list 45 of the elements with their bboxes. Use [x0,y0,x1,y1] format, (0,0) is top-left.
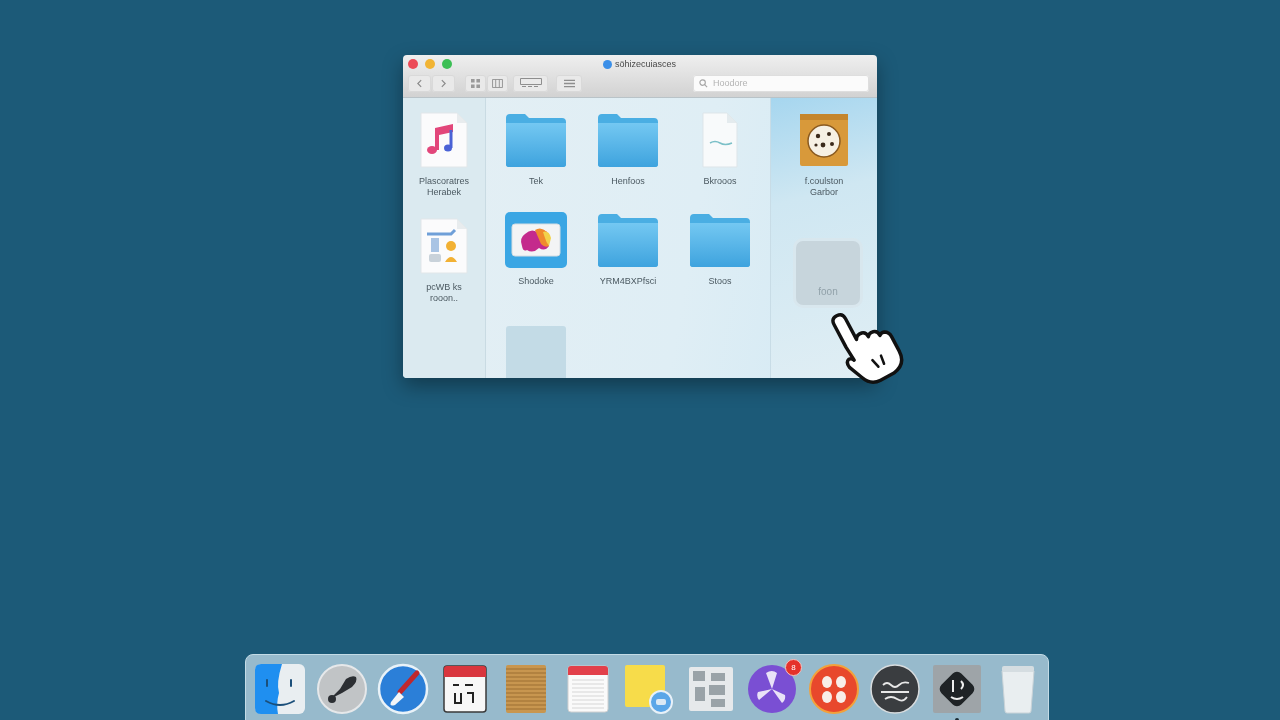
search-field[interactable]: Hoodore [693,74,869,92]
file-label: Tek [529,176,543,187]
picture-file-icon[interactable] [505,212,567,268]
waves-app-icon[interactable] [869,663,921,715]
folder-icon[interactable] [597,112,659,168]
grid-view-button[interactable] [465,74,486,92]
diamond-app-icon[interactable] [930,663,983,715]
dot-icon [603,59,612,69]
gallery-view-button[interactable] [513,74,548,92]
file-label: f.coulston Garbor [803,176,845,198]
smiley-face-icon[interactable] [254,663,306,715]
file-label: Stoos [708,276,732,287]
folder-icon[interactable] [597,212,659,268]
window-title: söhizecuiasces [615,59,676,69]
chevron-left-icon [417,78,422,88]
file-label: Shodoke [518,276,554,287]
columns-icon [492,78,503,88]
installer-file-icon[interactable] [419,218,469,274]
search-icon [699,78,708,88]
forward-button[interactable] [432,74,455,92]
file-label: Bkrooos [703,176,737,187]
file-label: Plascoratres Herabek [418,176,470,198]
file-label: YRM4BXPfsci [599,276,657,287]
music-file-icon[interactable] [419,112,469,168]
list-icon [563,78,575,88]
sticky-note-icon[interactable] [623,663,675,715]
file-label: Henfoos [611,176,645,187]
zoom-button[interactable] [442,59,452,69]
folder-icon[interactable] [505,112,567,168]
column-view-button[interactable] [487,74,508,92]
folder-icon[interactable] [689,212,751,268]
notification-badge: 8 [785,659,802,676]
propeller-app-icon[interactable] [746,663,798,715]
dots-app-icon[interactable] [807,663,860,715]
file-label: pcWB ks rooon.. [425,282,463,304]
chevron-right-icon [441,78,446,88]
brush-app-icon[interactable] [377,663,429,715]
club-app-icon[interactable] [315,663,368,715]
minimize-button[interactable] [425,59,435,69]
close-button[interactable] [408,59,418,69]
list-view-button[interactable] [556,74,582,92]
back-button[interactable] [408,74,431,92]
cookie-image-icon[interactable] [799,112,849,168]
gallery-icon [519,78,542,88]
grid-icon [470,78,481,88]
